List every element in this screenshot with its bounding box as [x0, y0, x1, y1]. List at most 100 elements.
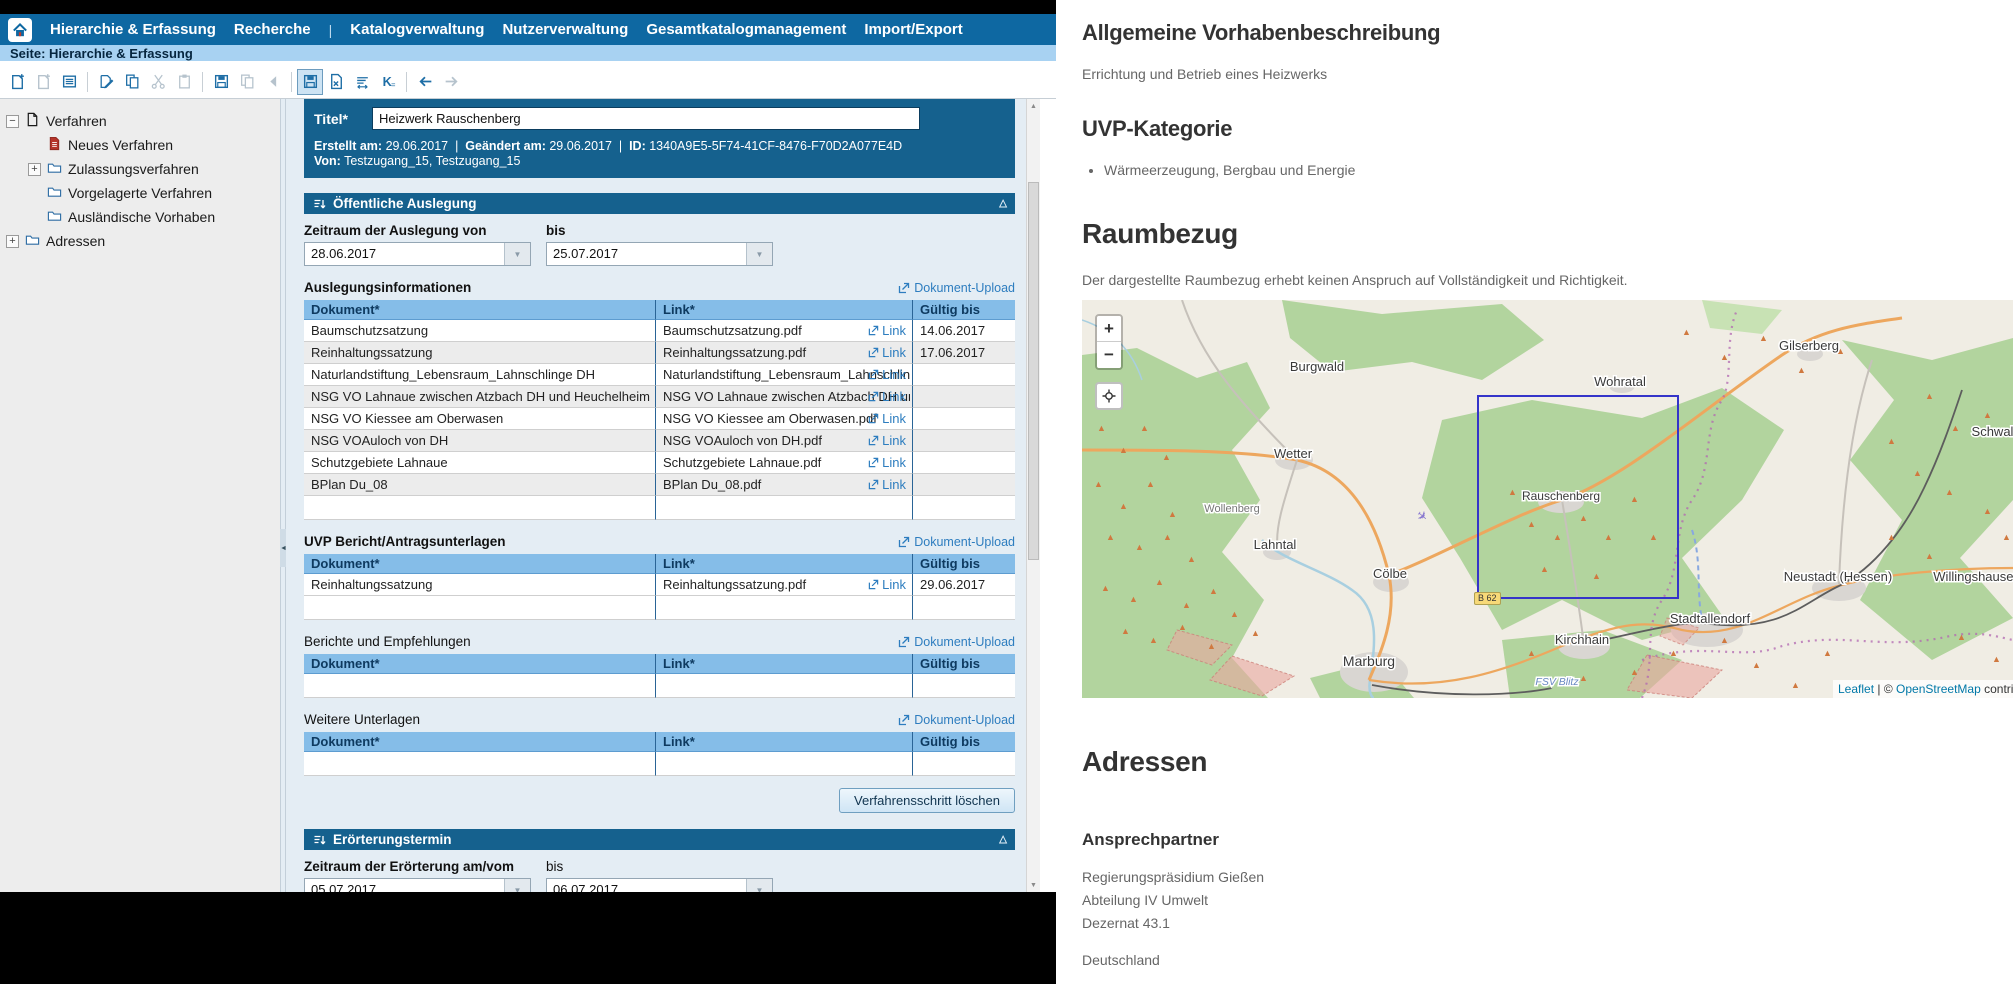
tree-indent	[28, 187, 41, 200]
cell-dokument: NSG VO Lahnaue zwischen Atzbach DH und H…	[304, 386, 656, 408]
chevron-down-icon[interactable]: ▼	[504, 243, 530, 265]
nav-item-recherche[interactable]: Recherche	[234, 21, 311, 38]
portal-preview: Allgemeine Vorhabenbeschreibung Errichtu…	[1056, 0, 2013, 984]
peak-marker-icon: ▲	[1230, 609, 1239, 619]
peak-marker-icon: ▲	[1149, 635, 1158, 645]
auslegung-to-datepicker[interactable]: 25.07.2017 ▼	[546, 242, 773, 266]
dokument-upload-link[interactable]: Dokument-Upload	[898, 281, 1015, 295]
folder-icon	[47, 184, 62, 202]
map-place-label: Kirchhain	[1555, 632, 1609, 647]
expander-plus-icon[interactable]: +	[6, 235, 19, 248]
leaflet-link[interactable]: Leaflet	[1838, 682, 1874, 696]
zoom-out-button[interactable]: −	[1097, 342, 1121, 368]
edit-document-button[interactable]	[93, 69, 119, 95]
nav-item-import-export[interactable]: Import/Export	[864, 21, 962, 38]
form-scrollbar[interactable]: ▲ ▼	[1026, 99, 1040, 892]
empty-cell	[656, 752, 913, 776]
link-anchor[interactable]: Link	[868, 452, 906, 473]
chevron-down-icon[interactable]: ▼	[504, 879, 530, 892]
cell-link: NSG VO Lahnaue zwischen Atzbach DH und H…	[656, 386, 913, 408]
empty-cell	[913, 752, 1015, 776]
link-anchor[interactable]: Link	[868, 320, 906, 341]
export-excel-button[interactable]	[323, 69, 349, 95]
tree-item-vorgelagerte-verfahren[interactable]: Vorgelagerte Verfahren	[6, 181, 280, 205]
table-header-row: Dokument*Link*Gültig bis	[304, 554, 1015, 574]
empty-cell	[913, 496, 1015, 520]
zoom-in-button[interactable]: +	[1097, 316, 1121, 342]
peak-marker-icon: ▲	[1604, 532, 1613, 542]
peak-marker-icon: ▲	[1720, 635, 1729, 645]
column-header: Dokument*	[304, 554, 656, 574]
folder-icon	[25, 232, 40, 250]
tree-item-verfahren[interactable]: −Verfahren	[6, 109, 280, 133]
save-button[interactable]	[208, 69, 234, 95]
link-anchor[interactable]: Link	[868, 342, 906, 363]
tree-item-zulassungsverfahren[interactable]: +Zulassungsverfahren	[6, 157, 280, 181]
section-oeffentliche-auslegung[interactable]: Öffentliche Auslegung △	[304, 193, 1015, 214]
link-icon	[868, 479, 879, 490]
column-header: Gültig bis	[913, 300, 1015, 320]
register-list-button[interactable]	[56, 69, 82, 95]
cell-dokument: Naturlandstiftung_Lebensraum_Lahnschling…	[304, 364, 656, 386]
tree-item-neues-verfahren[interactable]: Neues Verfahren	[6, 133, 280, 157]
table-header-row: Dokument*Link*Gültig bis	[304, 732, 1015, 752]
raumbezug-heading: Raumbezug	[1082, 218, 2013, 250]
empty-cell	[913, 674, 1015, 698]
peak-marker-icon: ▲	[1527, 519, 1536, 529]
chevron-down-icon[interactable]: ▼	[746, 243, 772, 265]
new-document-button[interactable]	[4, 69, 30, 95]
tree-item-ausländische-vorhaben[interactable]: Ausländische Vorhaben	[6, 205, 280, 229]
peak-marker-icon: ▲	[1106, 532, 1115, 542]
dokument-upload-link[interactable]: Dokument-Upload	[898, 535, 1015, 549]
history-back-button[interactable]	[412, 69, 438, 95]
copy-document-icon	[124, 73, 141, 90]
expander-plus-icon[interactable]: +	[28, 163, 41, 176]
nav-item-katalogverwaltung[interactable]: Katalogverwaltung	[350, 21, 484, 38]
collapse-chevron-icon[interactable]: △	[999, 834, 1007, 845]
expander-minus-icon[interactable]: −	[6, 115, 19, 128]
home-button[interactable]	[8, 18, 32, 42]
tree-panel: −VerfahrenNeues Verfahren+Zulassungsverf…	[0, 99, 280, 892]
peak-marker-icon: ▲	[1508, 487, 1517, 497]
title-input[interactable]	[372, 107, 920, 130]
save-register-button[interactable]	[297, 69, 323, 95]
doc-group-header: UVP Bericht/AntragsunterlagenDokument-Up…	[304, 534, 1015, 549]
eroerterung-from-datepicker[interactable]: 05.07.2017 ▼	[304, 878, 531, 892]
main-nav: Hierarchie & ErfassungRecherche|Katalogv…	[0, 14, 1056, 45]
link-anchor[interactable]: Link	[868, 386, 906, 407]
eroerterung-to-datepicker[interactable]: 06.07.2017 ▼	[546, 878, 773, 892]
copy-document-button[interactable]	[119, 69, 145, 95]
page-icon	[25, 112, 40, 127]
link-anchor[interactable]: Link	[868, 574, 906, 595]
collapse-chevron-icon[interactable]: △	[999, 198, 1007, 209]
link-anchor[interactable]: Link	[868, 474, 906, 495]
scrollbar-thumb[interactable]	[1028, 182, 1039, 560]
chevron-down-icon[interactable]: ▼	[746, 879, 772, 892]
delete-step-button[interactable]: Verfahrensschritt löschen	[839, 788, 1015, 813]
link-anchor[interactable]: Link	[868, 364, 906, 385]
dokument-upload-link[interactable]: Dokument-Upload	[898, 713, 1015, 727]
address-block: Regierungspräsidium GießenAbteilung IV U…	[1082, 866, 2013, 935]
record-meta: Erstellt am: 29.06.2017 | Geändert am: 2…	[314, 139, 1005, 169]
section-eroerterungstermin[interactable]: Erörterungstermin △	[304, 829, 1015, 850]
link-anchor[interactable]: Link	[868, 430, 906, 451]
sort-list-button[interactable]	[349, 69, 375, 95]
scroll-up-icon[interactable]: ▲	[1027, 99, 1040, 113]
nav-item-hierarchie-erfassung[interactable]: Hierarchie & Erfassung	[50, 21, 216, 38]
auslegung-from-datepicker[interactable]: 28.06.2017 ▼	[304, 242, 531, 266]
title-label: Titel*	[314, 111, 360, 127]
map-canvas[interactable]: ✈ ▲▲▲▲▲▲▲▲▲▲▲▲▲▲▲▲▲▲▲▲▲▲▲▲▲▲▲▲▲▲▲▲▲▲▲▲▲▲…	[1082, 300, 2013, 698]
peak-marker-icon: ▲	[1553, 532, 1562, 542]
doc-group-header: Weitere UnterlagenDokument-Upload	[304, 712, 1015, 727]
dokument-upload-link[interactable]: Dokument-Upload	[898, 635, 1015, 649]
empty-cell	[304, 752, 656, 776]
nav-item-gesamtkatalogmanagement[interactable]: Gesamtkatalogmanagement	[646, 21, 846, 38]
nav-item-nutzerverwaltung[interactable]: Nutzerverwaltung	[502, 21, 628, 38]
locate-button[interactable]	[1095, 382, 1123, 410]
scroll-down-icon[interactable]: ▼	[1027, 878, 1040, 892]
osm-link[interactable]: OpenStreetMap	[1896, 682, 1981, 696]
tree-item-adressen[interactable]: +Adressen	[6, 229, 280, 253]
paste-button	[171, 69, 197, 95]
catalog-k-button[interactable]	[375, 69, 401, 95]
link-anchor[interactable]: Link	[868, 408, 906, 429]
